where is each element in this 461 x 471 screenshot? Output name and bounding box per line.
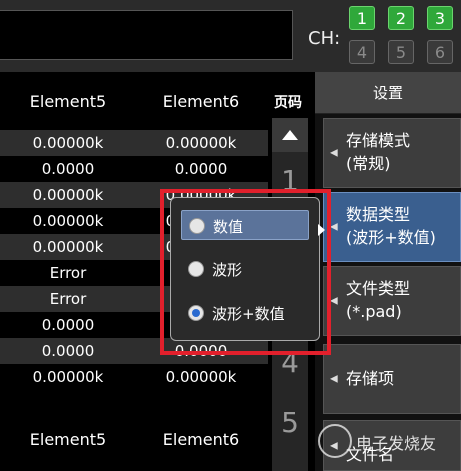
table-cell: 0.00000k: [32, 134, 104, 152]
triangle-left-icon: ◀: [330, 221, 338, 233]
column-footer-element5: Element5: [29, 430, 107, 449]
table-cell: Error: [49, 264, 87, 282]
channel-4-button[interactable]: 4: [349, 40, 375, 64]
option-label: 数值: [213, 218, 244, 236]
channel-2-button[interactable]: 2: [388, 6, 414, 30]
table-cell: 0.0000: [174, 342, 228, 360]
table-cell: 0.00000k: [165, 368, 237, 386]
menu-item-value: (*.pad): [346, 302, 402, 321]
watermark-logo-icon: [318, 424, 352, 458]
menu-item-data-type[interactable]: ◀ 数据类型 (波形+数值): [323, 192, 461, 262]
watermark-text: 电子发烧友: [356, 434, 437, 453]
table-row: 0.0000 0.0000: [0, 156, 268, 182]
channel-3-button[interactable]: 3: [427, 6, 453, 30]
radio-button: [189, 218, 205, 234]
menu-item-value: (常规): [346, 154, 391, 173]
triangle-up-icon: [282, 130, 298, 140]
table-cell: 0.0000: [41, 342, 95, 360]
channel-6-button[interactable]: 6: [427, 40, 453, 64]
radio-button-checked: [188, 305, 204, 321]
triangle-left-icon: ◀: [330, 295, 338, 307]
menu-item-label: 数据类型: [346, 205, 411, 224]
popup-pointer-icon: [318, 224, 325, 236]
radio-dot-icon: [192, 309, 200, 317]
option-label: 波形+数值: [212, 305, 285, 323]
table-cell: 0.0000: [174, 160, 228, 178]
page-number-4[interactable]: 4: [272, 346, 308, 379]
top-status-strip: CH: 1 2 3 4 5 6: [0, 0, 461, 72]
top-display-box: [0, 10, 293, 60]
page-selector-title: 页码: [274, 95, 302, 111]
settings-panel-title: 设置: [315, 72, 461, 114]
table-cell: 0.00000k: [32, 238, 104, 256]
table-cell: 0.0000: [41, 316, 95, 334]
menu-item-value: (波形+数值): [346, 228, 436, 247]
table-cell: 0.00000k: [32, 368, 104, 386]
table-row: 0.00000k 0.00000k: [0, 130, 268, 156]
option-waveform-numeric[interactable]: 波形+数值: [181, 298, 309, 328]
menu-item-label: 存储模式: [346, 131, 411, 150]
table-cell: 0.00000k: [165, 134, 237, 152]
data-type-popup: 数值 波形 波形+数值: [170, 197, 320, 341]
settings-panel: 设置 ◀ 存储模式 (常规) ◀ 数据类型 (波形+数值) ◀ 文件类型 (*.…: [315, 72, 461, 471]
menu-item-label: 存储项: [346, 369, 395, 388]
table-cell: 0.00000k: [32, 186, 104, 204]
page-number-5[interactable]: 5: [272, 406, 308, 439]
triangle-left-icon: ◀: [330, 147, 338, 159]
option-waveform[interactable]: 波形: [181, 254, 309, 284]
radio-button: [188, 261, 204, 277]
channel-label: CH:: [308, 28, 341, 49]
triangle-left-icon: ◀: [330, 373, 338, 385]
table-row: 0.0000 0.0000: [0, 338, 268, 364]
table-cell: Error: [49, 290, 87, 308]
watermark: 电子发烧友: [318, 420, 458, 468]
column-footer-element6: Element6: [162, 430, 240, 449]
channel-1-button[interactable]: 1: [349, 6, 375, 30]
table-cell: 0.00000k: [32, 212, 104, 230]
menu-item-label: 文件类型: [346, 279, 411, 298]
column-header-element5: Element5: [29, 92, 107, 111]
option-numeric[interactable]: 数值: [181, 210, 309, 240]
page-up-button[interactable]: [272, 118, 308, 152]
column-header-element6: Element6: [162, 92, 240, 111]
channel-5-button[interactable]: 5: [388, 40, 414, 64]
menu-item-storage-items[interactable]: ◀ 存储项: [323, 344, 461, 414]
table-row: 0.00000k 0.00000k: [0, 364, 268, 390]
menu-item-storage-mode[interactable]: ◀ 存储模式 (常规): [323, 118, 461, 188]
option-label: 波形: [212, 261, 243, 279]
table-cell: 0.0000: [41, 160, 95, 178]
page-number-1[interactable]: 1: [272, 164, 308, 197]
menu-item-file-type[interactable]: ◀ 文件类型 (*.pad): [323, 266, 461, 336]
